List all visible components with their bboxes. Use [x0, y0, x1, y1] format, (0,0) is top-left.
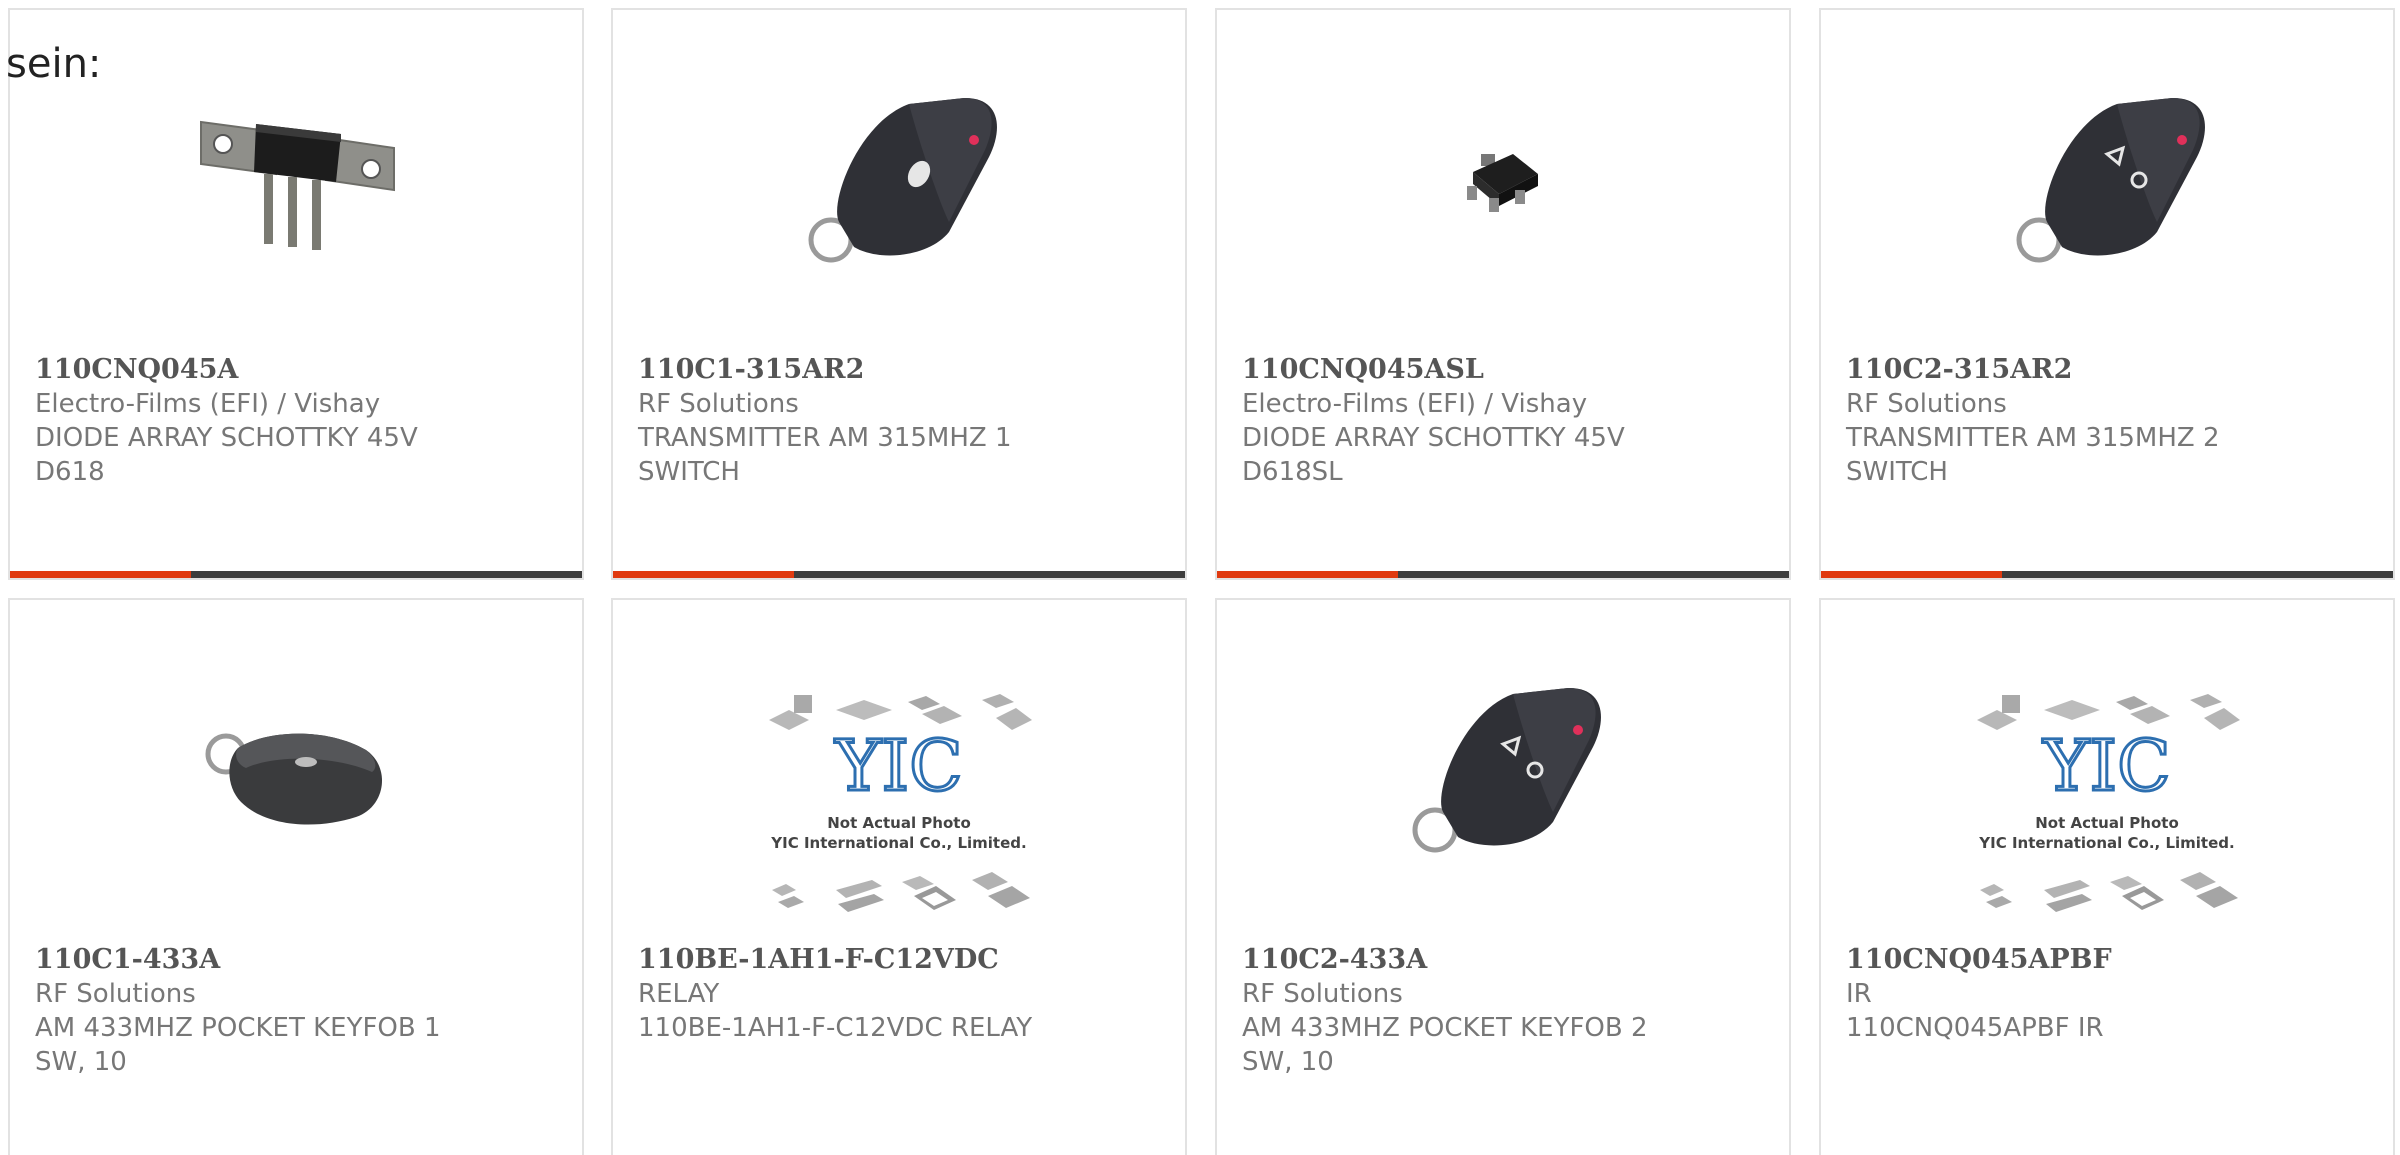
manufacturer: RELAY — [638, 979, 720, 1009]
part-number[interactable]: 110BE-1AH1-F-C12VDC — [638, 943, 1165, 977]
intro-text: sein: — [6, 41, 102, 87]
card-accent-bar — [613, 571, 794, 578]
placeholder-line-1: Not Actual Photo — [827, 814, 971, 832]
placeholder-photo-icon: YIC Not Actual Photo YIC International C… — [764, 690, 1034, 930]
diode-array-icon — [196, 82, 396, 282]
manufacturer: RF Solutions — [1846, 389, 2007, 419]
product-info: 110C2-315AR2 RF Solutions TRANSMITTER AM… — [1846, 353, 2373, 489]
product-card[interactable]: 110C1-433A RF Solutions AM 433MHZ POCKET… — [8, 598, 584, 1155]
description-line-1: DIODE ARRAY SCHOTTKY 45V — [35, 423, 418, 453]
part-number[interactable]: 110CNQ045A — [35, 353, 562, 387]
part-number[interactable]: 110CNQ045ASL — [1242, 353, 1769, 387]
description-line-2: SW, 10 — [1242, 1047, 1334, 1077]
product-info: 110CNQ045APBF IR 110CNQ045APBF IR — [1846, 943, 2373, 1045]
card-bottom-bar — [1821, 571, 2393, 578]
product-card[interactable]: YIC Not Actual Photo YIC International C… — [1819, 598, 2395, 1155]
description-line-1: TRANSMITTER AM 315MHZ 1 — [638, 423, 1012, 453]
description-line-2: D618SL — [1242, 457, 1343, 487]
product-card[interactable]: 110C2-433A RF Solutions AM 433MHZ POCKET… — [1215, 598, 1791, 1155]
product-info: 110CNQ045ASL Electro-Films (EFI) / Visha… — [1242, 353, 1769, 489]
manufacturer: RF Solutions — [638, 389, 799, 419]
description-line-2: SWITCH — [1846, 457, 1948, 487]
placeholder-line-1: Not Actual Photo — [2035, 814, 2179, 832]
svg-text:YIC: YIC — [2042, 725, 2170, 807]
description-line-1: AM 433MHZ POCKET KEYFOB 2 — [1242, 1013, 1648, 1043]
product-card[interactable]: YIC Not Actual Photo YIC International C… — [611, 598, 1187, 1155]
part-number[interactable]: 110C1-315AR2 — [638, 353, 1165, 387]
svg-text:YIC: YIC — [834, 725, 962, 807]
description-line-2: SWITCH — [638, 457, 740, 487]
manufacturer: RF Solutions — [1242, 979, 1403, 1009]
description-line-1: 110CNQ045APBF IR — [1846, 1013, 2104, 1043]
placeholder-line-2: YIC International Co., Limited. — [1978, 834, 2234, 852]
description-line-1: AM 433MHZ POCKET KEYFOB 1 — [35, 1013, 441, 1043]
placeholder-photo-icon: YIC Not Actual Photo YIC International C… — [1972, 690, 2242, 930]
manufacturer: IR — [1846, 979, 1872, 1009]
description-line-2: D618 — [35, 457, 105, 487]
keyfob-1-button-icon — [799, 82, 999, 282]
pocket-keyfob-icon — [196, 672, 396, 872]
product-grid: 110CNQ045A Electro-Films (EFI) / Vishay … — [0, 0, 2400, 1155]
manufacturer: RF Solutions — [35, 979, 196, 1009]
product-info: 110BE-1AH1-F-C12VDC RELAY 110BE-1AH1-F-C… — [638, 943, 1165, 1045]
description-line-1: DIODE ARRAY SCHOTTKY 45V — [1242, 423, 1625, 453]
product-card[interactable]: 110C2-315AR2 RF Solutions TRANSMITTER AM… — [1819, 8, 2395, 580]
page: sein: 110CNQ045A Electro-Films (EFI) / V… — [0, 0, 2400, 1155]
manufacturer: Electro-Films (EFI) / Vishay — [35, 389, 381, 419]
part-number[interactable]: 110C2-315AR2 — [1846, 353, 2373, 387]
card-accent-bar — [10, 571, 191, 578]
product-info: 110C2-433A RF Solutions AM 433MHZ POCKET… — [1242, 943, 1769, 1079]
product-card[interactable]: 110CNQ045ASL Electro-Films (EFI) / Visha… — [1215, 8, 1791, 580]
smd-diode-icon — [1403, 82, 1603, 282]
manufacturer: Electro-Films (EFI) / Vishay — [1242, 389, 1588, 419]
product-info: 110CNQ045A Electro-Films (EFI) / Vishay … — [35, 353, 562, 489]
description-line-1: TRANSMITTER AM 315MHZ 2 — [1846, 423, 2220, 453]
keyfob-2-button-icon — [1403, 672, 1603, 872]
part-number[interactable]: 110C1-433A — [35, 943, 562, 977]
card-accent-bar — [1821, 571, 2002, 578]
card-bottom-bar — [613, 571, 1185, 578]
part-number[interactable]: 110CNQ045APBF — [1846, 943, 2373, 977]
product-info: 110C1-315AR2 RF Solutions TRANSMITTER AM… — [638, 353, 1165, 489]
keyfob-2-button-icon — [2007, 82, 2207, 282]
card-bottom-bar — [10, 571, 582, 578]
description-line-2: SW, 10 — [35, 1047, 127, 1077]
product-card[interactable]: 110CNQ045A Electro-Films (EFI) / Vishay … — [8, 8, 584, 580]
description-line-1: 110BE-1AH1-F-C12VDC RELAY — [638, 1013, 1033, 1043]
card-accent-bar — [1217, 571, 1398, 578]
card-bottom-bar — [1217, 571, 1789, 578]
product-card[interactable]: 110C1-315AR2 RF Solutions TRANSMITTER AM… — [611, 8, 1187, 580]
product-info: 110C1-433A RF Solutions AM 433MHZ POCKET… — [35, 943, 562, 1079]
part-number[interactable]: 110C2-433A — [1242, 943, 1769, 977]
placeholder-line-2: YIC International Co., Limited. — [770, 834, 1026, 852]
